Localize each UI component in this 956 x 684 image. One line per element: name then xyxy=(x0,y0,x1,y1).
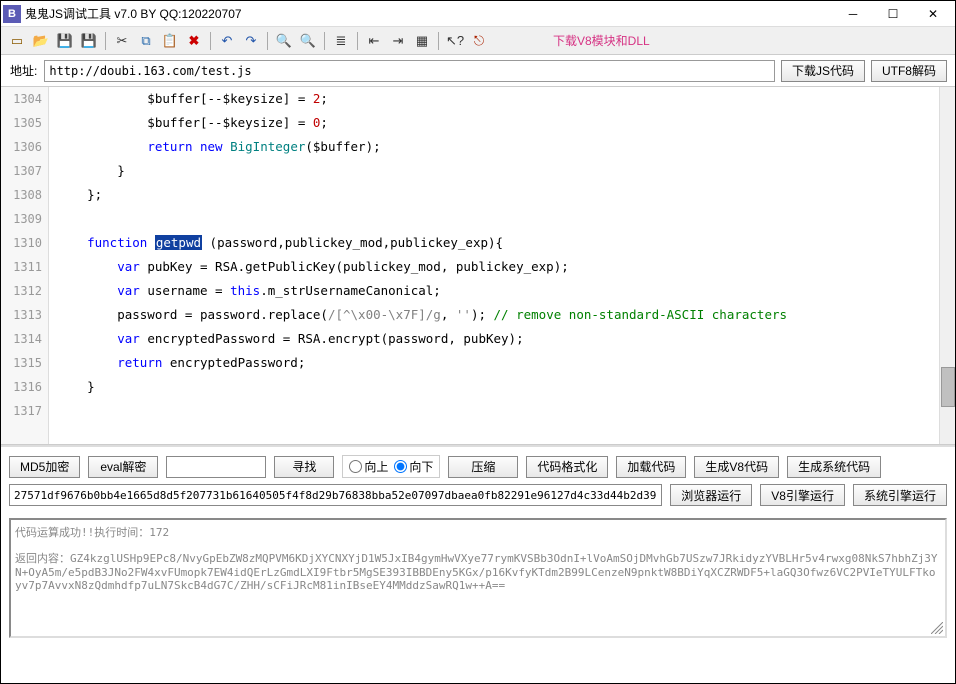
title-bar: B 鬼鬼JS调试工具 v7.0 BY QQ:120220707 ─ ☐ ✕ xyxy=(1,1,955,27)
maximize-button[interactable]: ☐ xyxy=(873,2,913,26)
paste-icon[interactable]: 📋 xyxy=(160,31,180,51)
line-number: 1311 xyxy=(1,255,42,279)
code-line[interactable] xyxy=(57,399,931,423)
saveas-icon[interactable]: 💾 xyxy=(79,31,99,51)
v8-run-button[interactable]: V8引擎运行 xyxy=(760,484,845,506)
line-number: 1305 xyxy=(1,111,42,135)
list-icon[interactable]: ≣ xyxy=(331,31,351,51)
code-editor[interactable]: 1304130513061307130813091310131113121313… xyxy=(1,87,955,445)
compress-button[interactable]: 压缩 xyxy=(448,456,518,478)
scroll-thumb[interactable] xyxy=(941,367,955,407)
outdent-icon[interactable]: ⇥ xyxy=(388,31,408,51)
delete-icon[interactable]: ✖ xyxy=(184,31,204,51)
gen-v8-button[interactable]: 生成V8代码 xyxy=(694,456,779,478)
open-icon[interactable]: 📂 xyxy=(31,31,51,51)
eval-decrypt-button[interactable]: eval解密 xyxy=(88,456,158,478)
code-line[interactable]: }; xyxy=(57,183,931,207)
code-line[interactable]: $buffer[--$keysize] = 2; xyxy=(57,87,931,111)
line-gutter: 1304130513061307130813091310131113121313… xyxy=(1,87,49,444)
undo-icon[interactable]: ↶ xyxy=(217,31,237,51)
output-status: 代码运算成功!!执行时间：172 xyxy=(15,524,941,540)
line-number: 1307 xyxy=(1,159,42,183)
radio-down[interactable]: 向下 xyxy=(394,458,433,475)
redo-icon[interactable]: ↷ xyxy=(241,31,261,51)
line-number: 1313 xyxy=(1,303,42,327)
vertical-scrollbar[interactable] xyxy=(939,87,955,444)
code-area[interactable]: $buffer[--$keysize] = 2; $buffer[--$keys… xyxy=(49,87,939,444)
code-line[interactable]: var username = this.m_strUsernameCanonic… xyxy=(57,279,931,303)
resize-grip-icon[interactable] xyxy=(931,622,943,634)
output-body: 返回内容：GZ4kzglUSHp9EPc8/NvyGpEbZW8zMQPVM6K… xyxy=(15,550,941,592)
code-line[interactable]: } xyxy=(57,375,931,399)
load-code-button[interactable]: 加载代码 xyxy=(616,456,686,478)
line-number: 1304 xyxy=(1,87,42,111)
format-button[interactable]: 代码格式化 xyxy=(526,456,608,478)
code-line[interactable]: function getpwd (password,publickey_mod,… xyxy=(57,231,931,255)
code-line[interactable]: return new BigInteger($buffer); xyxy=(57,135,931,159)
md5-button[interactable]: MD5加密 xyxy=(9,456,80,478)
code-line[interactable]: $buffer[--$keysize] = 0; xyxy=(57,111,931,135)
save-icon[interactable]: 💾 xyxy=(55,31,75,51)
code-line[interactable]: } xyxy=(57,159,931,183)
window-title: 鬼鬼JS调试工具 v7.0 BY QQ:120220707 xyxy=(25,5,833,22)
grid-icon[interactable]: ▦ xyxy=(412,31,432,51)
address-input[interactable] xyxy=(44,60,775,82)
radio-up[interactable]: 向上 xyxy=(349,458,388,475)
indent-icon[interactable]: ⇤ xyxy=(364,31,384,51)
line-number: 1312 xyxy=(1,279,42,303)
output-panel[interactable]: 代码运算成功!!执行时间：172 返回内容：GZ4kzglUSHp9EPc8/N… xyxy=(9,518,947,638)
line-number: 1309 xyxy=(1,207,42,231)
find-button[interactable]: 寻找 xyxy=(274,456,334,478)
control-panel: MD5加密 eval解密 寻找 向上 向下 压缩 代码格式化 加载代码 生成V8… xyxy=(1,445,955,514)
utf8-decode-button[interactable]: UTF8解码 xyxy=(871,60,947,82)
direction-group: 向上 向下 xyxy=(342,455,440,478)
gen-sys-button[interactable]: 生成系统代码 xyxy=(787,456,881,478)
line-number: 1316 xyxy=(1,375,42,399)
line-number: 1315 xyxy=(1,351,42,375)
download-v8-label[interactable]: 下载V8模块和DLL xyxy=(553,32,650,49)
app-icon: B xyxy=(3,5,21,23)
code-line[interactable]: var pubKey = RSA.getPublicKey(publickey_… xyxy=(57,255,931,279)
cut-icon[interactable]: ✂ xyxy=(112,31,132,51)
address-label: 地址: xyxy=(9,60,38,81)
line-number: 1306 xyxy=(1,135,42,159)
search-input[interactable] xyxy=(166,456,266,478)
code-line[interactable]: password = password.replace(/[^\x00-\x7F… xyxy=(57,303,931,327)
copy-icon[interactable]: ⧉ xyxy=(136,31,156,51)
close-button[interactable]: ✕ xyxy=(913,2,953,26)
toolbar: ▭ 📂 💾 💾 ✂ ⧉ 📋 ✖ ↶ ↷ 🔍 🔍 ≣ ⇤ ⇥ ▦ ↖? ⎋ 下载V… xyxy=(1,27,955,55)
code-line[interactable]: return encryptedPassword; xyxy=(57,351,931,375)
line-number: 1310 xyxy=(1,231,42,255)
browser-run-button[interactable]: 浏览器运行 xyxy=(670,484,752,506)
download-js-button[interactable]: 下载JS代码 xyxy=(781,60,865,82)
code-line[interactable] xyxy=(57,207,931,231)
exit-icon[interactable]: ⎋ xyxy=(469,31,489,51)
param-input[interactable] xyxy=(9,484,662,506)
line-number: 1314 xyxy=(1,327,42,351)
address-bar: 地址: 下载JS代码 UTF8解码 xyxy=(1,55,955,87)
find-icon[interactable]: 🔍 xyxy=(274,31,294,51)
line-number: 1317 xyxy=(1,399,42,423)
minimize-button[interactable]: ─ xyxy=(833,2,873,26)
line-number: 1308 xyxy=(1,183,42,207)
code-line[interactable]: var encryptedPassword = RSA.encrypt(pass… xyxy=(57,327,931,351)
pointer-icon[interactable]: ↖? xyxy=(445,31,465,51)
new-icon[interactable]: ▭ xyxy=(7,31,27,51)
replace-icon[interactable]: 🔍 xyxy=(298,31,318,51)
sys-run-button[interactable]: 系统引擎运行 xyxy=(853,484,947,506)
